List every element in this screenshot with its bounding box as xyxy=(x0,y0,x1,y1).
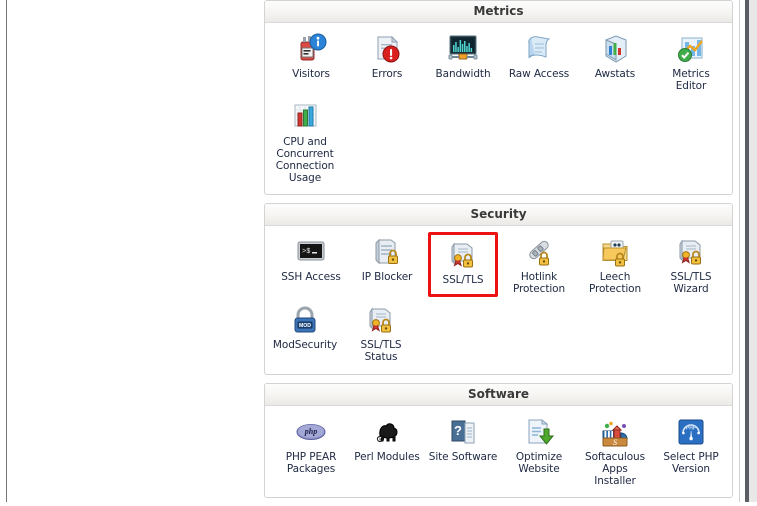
tile-metrics-editor[interactable]: Metrics Editor xyxy=(653,31,729,93)
cpu-usage-icon xyxy=(287,99,323,135)
select-php-version-icon: PHP xyxy=(673,414,709,450)
tile-modsecurity[interactable]: MOD ModSecurity xyxy=(267,302,343,364)
svg-text:MOD: MOD xyxy=(299,323,311,329)
tile-raw-access[interactable]: Raw Access xyxy=(501,31,577,93)
errors-icon xyxy=(369,31,405,67)
tile-perl-modules[interactable]: R Perl Modules xyxy=(349,414,425,487)
tile-label: SSL/TLS xyxy=(442,274,484,286)
panel-software-body: php PHP PEAR Packages R Perl Modules ? S… xyxy=(265,406,732,497)
site-software-icon: ? xyxy=(445,414,481,450)
cpanel-feature-columns: Metrics Visitors Errors Bandwidth Raw Ac… xyxy=(264,0,733,506)
tile-site-software[interactable]: ? Site Software xyxy=(425,414,501,487)
hotlink-protection-icon xyxy=(521,234,557,270)
tile-php-pear-packages[interactable]: php PHP PEAR Packages xyxy=(273,414,349,487)
tile-label: Hotlink Protection xyxy=(512,271,566,295)
tile-label: Softaculous Apps Installer xyxy=(585,451,645,487)
perl-modules-icon: R xyxy=(369,414,405,450)
tile-softaculous[interactable]: S Softaculous Apps Installer xyxy=(577,414,653,487)
svg-text:php: php xyxy=(304,427,317,436)
panel-security-body: >$ SSH Access IP Blocker SSL/TLS Hotlink… xyxy=(265,226,732,374)
vertical-scrollbar-thumb[interactable] xyxy=(745,0,749,502)
php-pear-icon: php xyxy=(293,414,329,450)
tile-errors[interactable]: Errors xyxy=(349,31,425,93)
right-page-border xyxy=(739,0,740,502)
bandwidth-icon xyxy=(445,31,481,67)
panel-metrics-title: Metrics xyxy=(265,1,732,23)
panel-metrics: Metrics Visitors Errors Bandwidth Raw Ac… xyxy=(264,0,733,195)
tile-bandwidth[interactable]: Bandwidth xyxy=(425,31,501,93)
tile-label: SSH Access xyxy=(281,271,341,283)
tile-hotlink-protection[interactable]: Hotlink Protection xyxy=(501,234,577,296)
svg-text:S: S xyxy=(613,438,617,447)
tile-leech-protection[interactable]: Leech Protection xyxy=(577,234,653,296)
page-root: Metrics Visitors Errors Bandwidth Raw Ac… xyxy=(0,0,757,502)
awstats-icon xyxy=(597,31,633,67)
ssl-tls-wizard-icon xyxy=(673,234,709,270)
tile-ssh-access[interactable]: >$ SSH Access xyxy=(273,234,349,296)
ssl-tls-status-icon xyxy=(363,302,399,338)
tile-awstats[interactable]: Awstats xyxy=(577,31,653,93)
tile-select-php-version[interactable]: PHP Select PHP Version xyxy=(653,414,729,487)
metrics-editor-icon xyxy=(673,31,709,67)
visitors-icon xyxy=(293,31,329,67)
tile-label: IP Blocker xyxy=(361,271,413,283)
panel-security-title: Security xyxy=(265,204,732,226)
tile-visitors[interactable]: Visitors xyxy=(273,31,349,93)
tile-label: PHP PEAR Packages xyxy=(285,451,337,475)
ip-blocker-icon xyxy=(369,234,405,270)
tile-label: SSL/TLS Status xyxy=(360,339,402,363)
tile-cpu-usage[interactable]: CPU and Concurrent Connection Usage xyxy=(267,99,343,184)
tile-label: Leech Protection xyxy=(588,271,642,295)
optimize-website-icon xyxy=(521,414,557,450)
svg-text:>$: >$ xyxy=(302,248,310,256)
panel-software: Software php PHP PEAR Packages R Perl Mo… xyxy=(264,383,733,498)
svg-text:?: ? xyxy=(454,423,462,438)
panel-software-title: Software xyxy=(265,384,732,406)
tile-label: Bandwidth xyxy=(435,68,491,80)
tile-ssl-tls[interactable]: SSL/TLS xyxy=(428,232,498,297)
leech-protection-icon xyxy=(597,234,633,270)
tile-label: Errors xyxy=(371,68,403,80)
softaculous-icon: S xyxy=(597,414,633,450)
modsecurity-icon: MOD xyxy=(287,302,323,338)
tile-optimize-website[interactable]: Optimize Website xyxy=(501,414,577,487)
tile-ip-blocker[interactable]: IP Blocker xyxy=(349,234,425,296)
tile-label: Perl Modules xyxy=(354,451,420,463)
tile-label: Raw Access xyxy=(508,68,570,80)
tile-label: Site Software xyxy=(428,451,498,463)
tile-label: Awstats xyxy=(594,68,636,80)
tile-label: CPU and Concurrent Connection Usage xyxy=(275,136,335,184)
svg-text:PHP: PHP xyxy=(686,426,697,432)
ssh-access-icon: >$ xyxy=(293,234,329,270)
left-page-border xyxy=(6,0,7,502)
panel-metrics-body: Visitors Errors Bandwidth Raw Access Aws… xyxy=(265,23,732,194)
raw-access-icon xyxy=(521,31,557,67)
tile-label: Optimize Website xyxy=(515,451,563,475)
tile-label: SSL/TLS Wizard xyxy=(670,271,712,295)
tile-label: Select PHP Version xyxy=(663,451,719,475)
tile-label: Visitors xyxy=(292,68,330,80)
tile-label: ModSecurity xyxy=(272,339,338,351)
ssl-tls-icon xyxy=(445,237,481,273)
tile-ssl-tls-wizard[interactable]: SSL/TLS Wizard xyxy=(653,234,729,296)
panel-security: Security >$ SSH Access IP Blocker SSL/TL… xyxy=(264,203,733,375)
vertical-scrollbar-track[interactable] xyxy=(748,0,757,502)
tile-ssl-tls-status[interactable]: SSL/TLS Status xyxy=(343,302,419,364)
tile-label: Metrics Editor xyxy=(672,68,710,92)
